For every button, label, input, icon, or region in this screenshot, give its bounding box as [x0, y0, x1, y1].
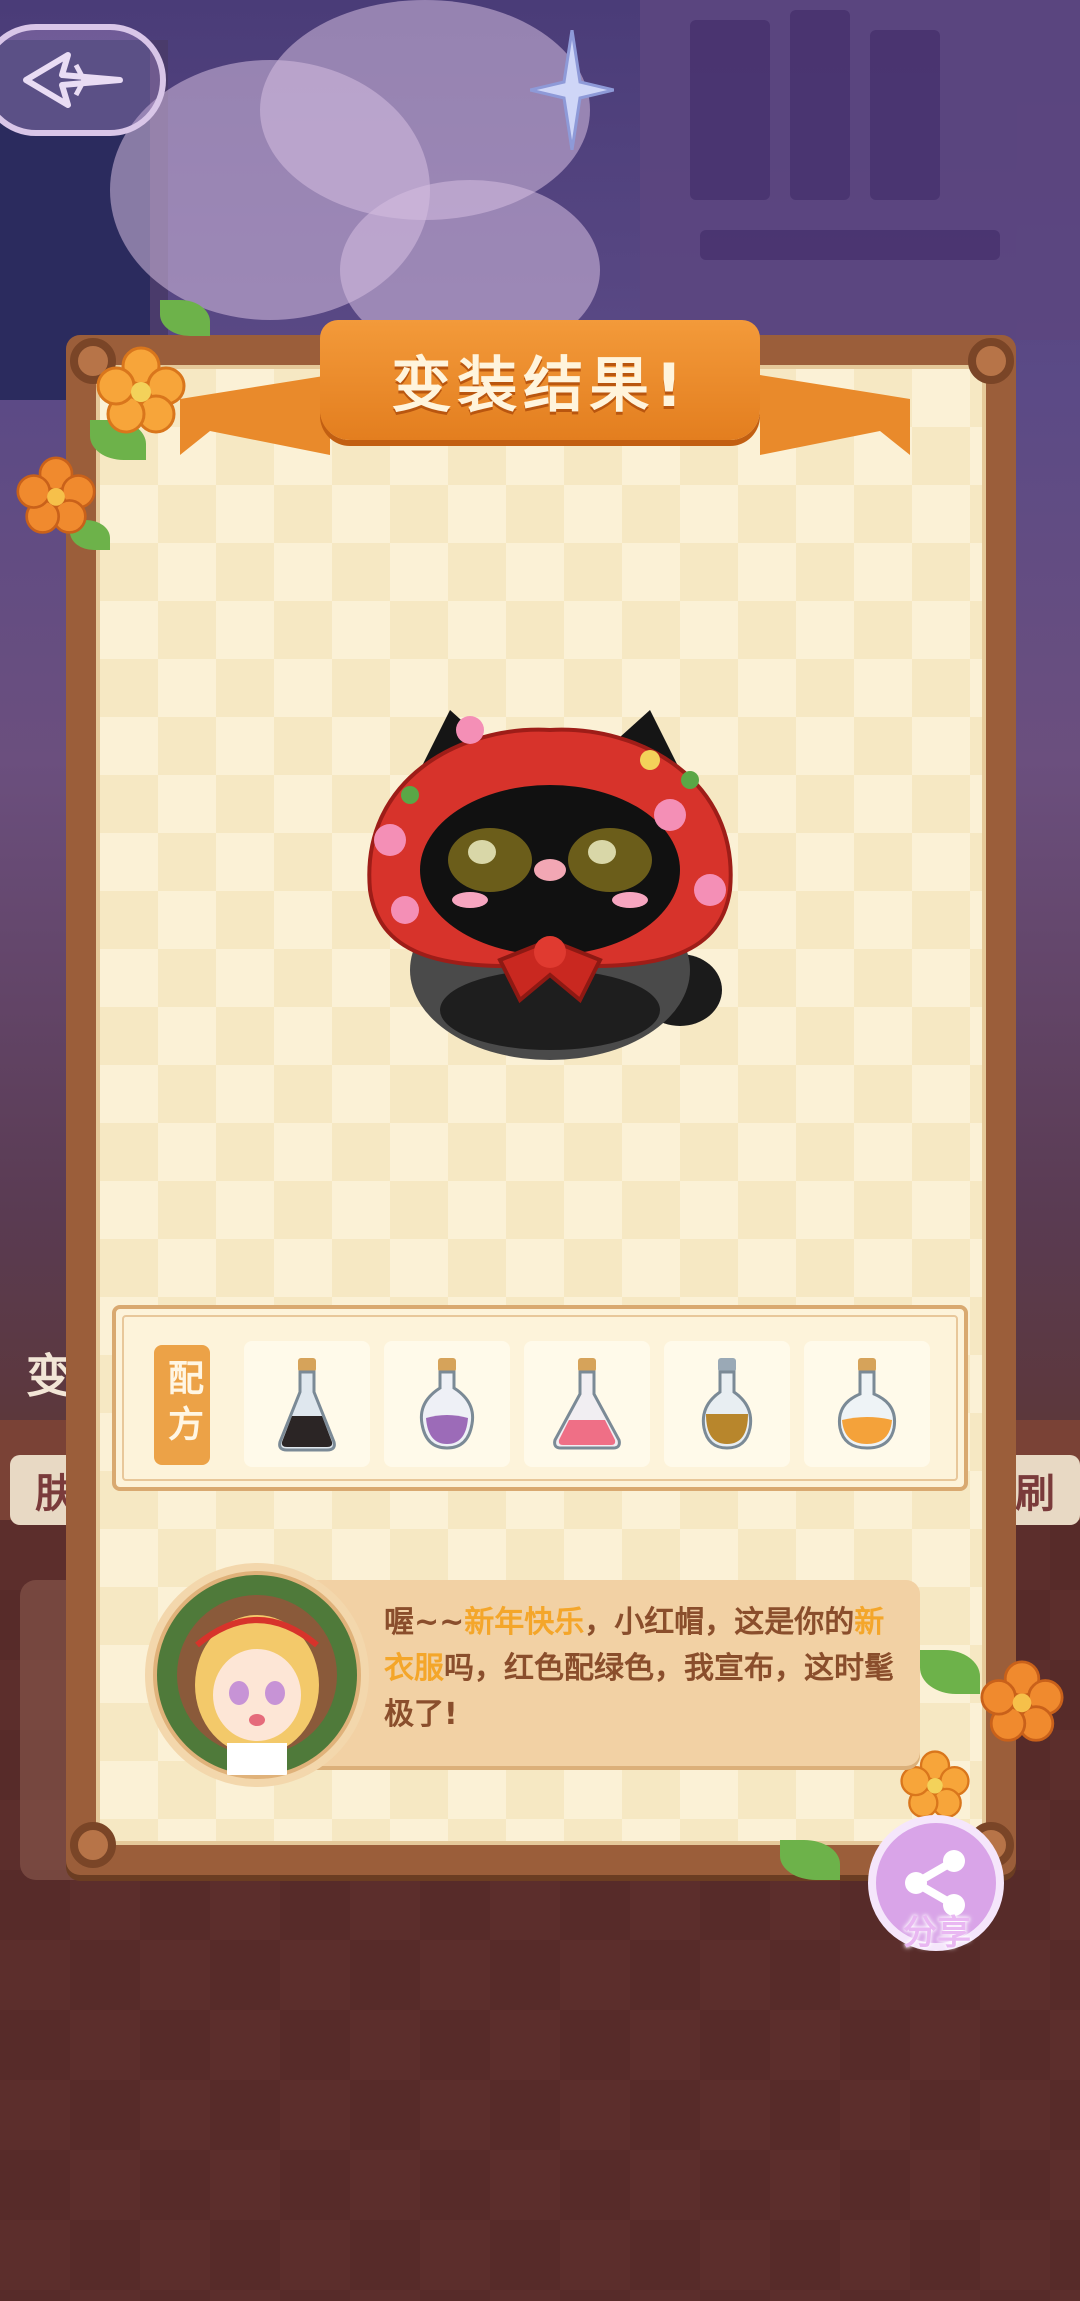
dialogue-part-2: ，小红帽，这是你的	[584, 1605, 855, 1640]
recipe-panel: 配方	[112, 1305, 968, 1491]
recipe-slot-2[interactable]	[384, 1341, 510, 1467]
dialogue-part-3: 吗，红色配绿色，我宣布，这时髦极了!	[384, 1651, 894, 1732]
background-bookshelf	[640, 0, 1080, 340]
frame-corner-ornament	[968, 338, 1014, 384]
frame-corner-ornament	[70, 1822, 116, 1868]
orange-flower-icon	[980, 1660, 1064, 1742]
back-button[interactable]	[0, 24, 166, 136]
purple-potion-icon	[419, 1358, 475, 1450]
share-label[interactable]: 分享	[870, 1905, 1004, 1954]
orange-flower-icon	[16, 456, 96, 534]
recipe-slot-1[interactable]	[244, 1341, 370, 1467]
pink-potion-icon	[553, 1358, 621, 1450]
dialogue-part-1: 喔~~	[384, 1605, 465, 1640]
recipe-slot-5[interactable]	[804, 1341, 930, 1467]
back-arrow-icon	[23, 52, 123, 108]
recipe-slot-3[interactable]	[524, 1341, 650, 1467]
page-title: 变装结果!	[391, 350, 689, 421]
cat-character-illustration	[367, 710, 733, 1060]
orange-flower-icon	[96, 346, 186, 434]
dialogue-box: 喔~~新年快乐，小红帽，这是你的新衣服吗，红色配绿色，我宣布，这时髦极了!	[300, 1580, 920, 1766]
sparkle-icon	[530, 30, 614, 150]
amber-potion-icon	[701, 1358, 753, 1450]
recipe-label: 配方	[154, 1345, 210, 1465]
recipe-slot-4[interactable]	[664, 1341, 790, 1467]
title-ribbon: 变装结果!	[320, 320, 760, 440]
dialogue-text: 喔~~新年快乐，小红帽，这是你的新衣服吗，红色配绿色，我宣布，这时髦极了!	[384, 1600, 894, 1738]
orange-potion-icon	[837, 1358, 897, 1450]
npc-avatar	[145, 1563, 369, 1787]
npc-portrait-icon	[157, 1575, 357, 1775]
dialogue-highlight-1: 新年快乐	[464, 1605, 585, 1640]
black-potion-icon	[278, 1358, 336, 1452]
